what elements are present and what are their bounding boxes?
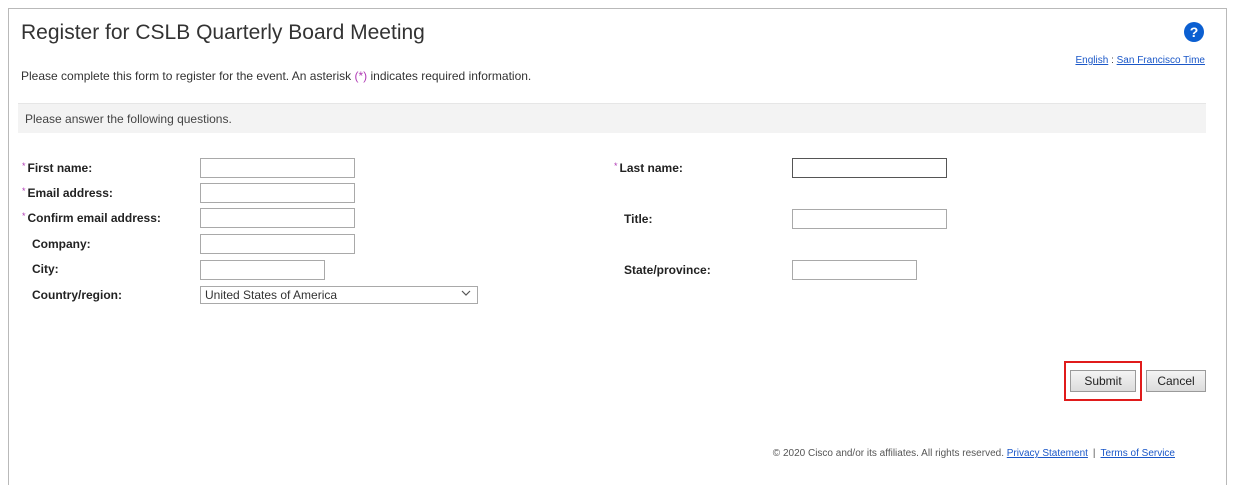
terms-link[interactable]: Terms of Service: [1101, 448, 1175, 459]
state-label: State/province:: [624, 263, 711, 277]
question-circle-icon[interactable]: ?: [1184, 22, 1204, 42]
timezone-link[interactable]: San Francisco Time: [1117, 55, 1205, 66]
email-label: * Email address:: [22, 186, 113, 200]
intro-text-before: Please complete this form to register fo…: [21, 69, 355, 83]
state-input[interactable]: [792, 260, 917, 280]
title-label: Title:: [624, 212, 653, 226]
title-input[interactable]: [792, 209, 947, 229]
city-input[interactable]: [200, 260, 325, 280]
locale-links: English : San Francisco Time: [1075, 55, 1205, 66]
company-label: Company:: [32, 237, 91, 251]
last-name-input[interactable]: [792, 158, 947, 178]
cancel-button[interactable]: Cancel: [1146, 370, 1206, 392]
privacy-link[interactable]: Privacy Statement: [1007, 448, 1088, 459]
copyright-text: © 2020 Cisco and/or its affiliates. All …: [772, 448, 1004, 459]
last-name-label: * Last name:: [614, 161, 683, 175]
required-marker: *: [22, 161, 26, 171]
confirm-email-input[interactable]: [200, 208, 355, 228]
questions-section-header: Please answer the following questions.: [18, 103, 1206, 133]
section-label: Please answer the following questions.: [25, 112, 232, 126]
language-link[interactable]: English: [1075, 55, 1108, 66]
footer-separator: |: [1092, 448, 1096, 459]
required-marker: *: [22, 211, 26, 221]
country-selected-value: United States of America: [205, 288, 338, 302]
form-instructions: Please complete this form to register fo…: [21, 69, 531, 83]
first-name-label: * First name:: [22, 161, 93, 175]
city-label: City:: [32, 262, 59, 276]
company-input[interactable]: [200, 234, 355, 254]
first-name-input[interactable]: [200, 158, 355, 178]
email-input[interactable]: [200, 183, 355, 203]
required-marker: *: [22, 186, 26, 196]
confirm-email-label: * Confirm email address:: [22, 211, 161, 225]
intro-text-after: indicates required information.: [367, 69, 532, 83]
asterisk-note: (*): [354, 69, 368, 83]
country-label: Country/region:: [32, 288, 122, 302]
submit-button[interactable]: Submit: [1070, 370, 1136, 392]
footer: © 2020 Cisco and/or its affiliates. All …: [773, 448, 1175, 459]
locale-separator: :: [1111, 55, 1114, 66]
required-marker: *: [614, 161, 618, 171]
chevron-down-icon: [461, 290, 471, 296]
page-title: Register for CSLB Quarterly Board Meetin…: [21, 21, 425, 44]
country-select[interactable]: United States of America: [200, 286, 478, 304]
